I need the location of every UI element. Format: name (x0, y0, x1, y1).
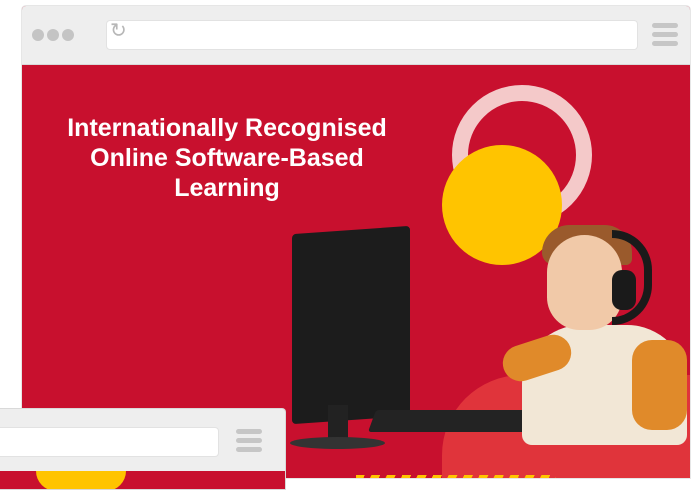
window-dot (47, 29, 59, 41)
hamburger-menu-icon[interactable] (236, 429, 262, 452)
menu-bar (236, 447, 262, 452)
reload-icon[interactable]: ↻ (110, 21, 130, 41)
window-controls-icon (32, 29, 74, 41)
menu-bar (236, 429, 262, 434)
address-bar[interactable] (106, 20, 638, 50)
menu-bar (652, 23, 678, 28)
headphone-cup (612, 270, 636, 310)
address-bar[interactable] (0, 427, 219, 457)
computer-monitor-image (292, 225, 410, 425)
menu-bar (236, 438, 262, 443)
boy-arm (632, 340, 687, 430)
hero-title-line: Online Software-Based (90, 144, 364, 172)
monitor-base (290, 437, 385, 449)
menu-bar (652, 32, 678, 37)
hero-title-line: Internationally Recognised (67, 114, 387, 142)
menu-bar (652, 41, 678, 46)
hero-title: Internationally Recognised Online Softwa… (32, 113, 422, 203)
boy-with-headphones-image (498, 220, 687, 445)
hamburger-menu-icon[interactable] (652, 23, 678, 46)
hero-title-line: Learning (174, 174, 280, 202)
decorative-shape (36, 471, 126, 489)
window-dot (32, 29, 44, 41)
browser-toolbar: ↻ (22, 6, 690, 65)
window-dot (62, 29, 74, 41)
boy-face (547, 235, 622, 330)
